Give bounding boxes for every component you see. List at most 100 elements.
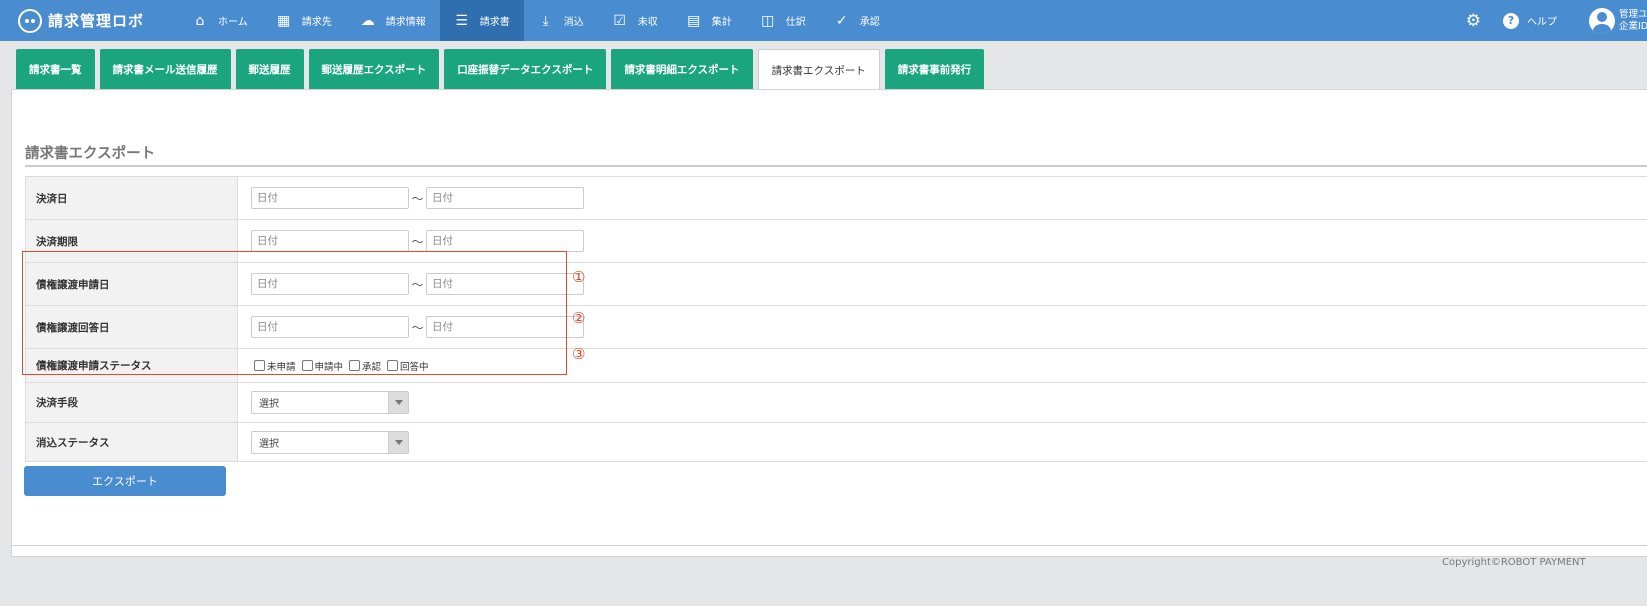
user-info: 管理ユーザ 企業ID：1: [1619, 9, 1647, 33]
nav-item-home[interactable]: ⌂ ホーム: [178, 0, 262, 41]
chevron-down-icon: [388, 392, 408, 413]
row-settlement-deadline: 決済期限 ～: [25, 220, 1647, 263]
transfer-response-date-to-input[interactable]: [426, 316, 584, 338]
tab-postal-history-export[interactable]: 郵送履歴エクスポート: [308, 49, 440, 90]
status-checkbox[interactable]: [301, 360, 313, 371]
marker-1: ①: [572, 268, 586, 286]
main-panel: 請求書エクスポート 決済日 ～ 決済期限 ～ 債権譲渡申請日: [11, 89, 1647, 557]
check-circle-icon: ✓: [835, 12, 848, 29]
nav-item-approval[interactable]: ✓ 承認: [820, 0, 894, 41]
transfer-request-date-to-input[interactable]: [426, 273, 584, 295]
checkbox-icon: ☑: [613, 12, 626, 29]
tab-invoice-pre-issue[interactable]: 請求書事前発行: [884, 49, 985, 90]
question-icon: ?: [1503, 12, 1519, 29]
status-option-label: 未申請: [267, 361, 296, 373]
status-checkbox[interactable]: [387, 360, 399, 371]
page-title: 請求書エクスポート: [25, 146, 156, 162]
status-option-applying[interactable]: 申請中: [301, 359, 344, 373]
nav-item-aggregate[interactable]: ▤ 集計: [672, 0, 746, 41]
gear-icon[interactable]: ⚙: [1466, 11, 1481, 31]
app-logo[interactable]: 請求管理ロボ: [18, 8, 178, 33]
nav-item-label: 消込: [563, 17, 584, 28]
export-filter-form: 決済日 ～ 決済期限 ～ 債権譲渡申請日 ～: [25, 176, 1647, 462]
nav-item-uncollected[interactable]: ☑ 未収: [598, 0, 672, 41]
nav-item-label: 未収: [637, 17, 658, 28]
select-value: 選択: [259, 438, 279, 450]
range-separator: ～: [411, 277, 424, 292]
nav-item-journal[interactable]: ◫ 仕訳: [746, 0, 820, 41]
row-payment-method: 決済手段 選択: [25, 383, 1647, 423]
transfer-request-date-from-input[interactable]: [251, 273, 409, 295]
status-checkbox[interactable]: [254, 360, 265, 371]
range-separator: ～: [411, 320, 424, 335]
row-reconcile-status: 消込ステータス 選択: [25, 423, 1647, 462]
help-link[interactable]: ? ヘルプ: [1503, 12, 1557, 29]
chevron-down-icon: [388, 431, 408, 453]
tab-postal-history[interactable]: 郵送履歴: [235, 49, 304, 90]
tab-invoice-list[interactable]: 請求書一覧: [16, 49, 95, 90]
nav-item-label: 請求先: [301, 17, 332, 28]
row-transfer-status: 債権譲渡申請ステータス 未申請 申請中 承認 回答中: [25, 349, 1647, 383]
settlement-date-from-input[interactable]: [251, 187, 409, 209]
marker-2: ②: [572, 309, 586, 327]
settlement-deadline-from-input[interactable]: [251, 230, 409, 252]
nav-item-billing-destination[interactable]: ▦ 請求先: [262, 0, 346, 41]
user-menu[interactable]: 管理ユーザ 企業ID：1: [1589, 7, 1647, 34]
settlement-deadline-to-input[interactable]: [426, 230, 584, 252]
footer-divider: [11, 545, 1647, 546]
tab-invoice-detail-export[interactable]: 請求書明細エクスポート: [611, 49, 753, 90]
transfer-response-date-field: ～: [238, 306, 1647, 348]
marker-3: ③: [572, 345, 586, 363]
main-nav: ⌂ ホーム ▦ 請求先 ☁ 請求情報 ☰ 請求書 ⤓ 消込 ☑ 未収 ▤ 集計 …: [178, 0, 894, 41]
transfer-response-date-from-input[interactable]: [251, 316, 409, 338]
settlement-date-to-input[interactable]: [426, 187, 584, 209]
payment-method-select[interactable]: 選択: [251, 391, 409, 414]
building-icon: ▦: [277, 12, 291, 29]
status-option-answering[interactable]: 回答中: [387, 359, 429, 373]
user-name: 管理ユーザ: [1619, 8, 1647, 20]
transfer-request-date-label: 債権譲渡申請日: [25, 263, 238, 305]
columns-icon: ◫: [761, 12, 775, 29]
settlement-date-field: ～: [238, 177, 1647, 219]
robot-logo-icon: [18, 8, 42, 33]
settlement-deadline-label: 決済期限: [25, 220, 238, 262]
row-settlement-date: 決済日 ～: [25, 177, 1647, 220]
row-transfer-response-date: 債権譲渡回答日 ～: [25, 306, 1647, 349]
nav-item-label: 請求書: [479, 17, 510, 28]
settlement-date-label: 決済日: [25, 177, 238, 219]
nav-item-label: ホーム: [218, 17, 248, 28]
help-label: ヘルプ: [1527, 17, 1557, 28]
calculator-icon: ▤: [687, 12, 701, 29]
status-option-label: 申請中: [314, 361, 344, 373]
status-checkbox[interactable]: [349, 360, 361, 371]
nav-right: ⚙ ? ヘルプ 管理ユーザ 企業ID：1: [1466, 0, 1647, 41]
logo-text: 請求管理ロボ: [48, 12, 145, 30]
payment-method-field: 選択: [238, 383, 1647, 422]
avatar-icon: [1589, 7, 1615, 34]
tab-account-transfer-export[interactable]: 口座振替データエクスポート: [444, 49, 607, 90]
nav-item-billing-info[interactable]: ☁ 請求情報: [346, 0, 440, 41]
top-nav-bar: 請求管理ロボ ⌂ ホーム ▦ 請求先 ☁ 請求情報 ☰ 請求書 ⤓ 消込 ☑ 未…: [0, 0, 1647, 41]
reconcile-status-field: 選択: [238, 423, 1647, 461]
copyright-text: Copyright©ROBOT PAYMENT: [1442, 557, 1586, 568]
reconcile-status-label: 消込ステータス: [25, 423, 238, 461]
nav-item-reconcile[interactable]: ⤓ 消込: [524, 0, 598, 41]
tab-invoice-export[interactable]: 請求書エクスポート: [757, 49, 880, 91]
invoice-tabs: 請求書一覧 請求書メール送信履歴 郵送履歴 郵送履歴エクスポート 口座振替データ…: [16, 49, 989, 91]
status-option-approved[interactable]: 承認: [349, 359, 381, 373]
nav-item-label: 仕訳: [785, 17, 806, 28]
nav-item-invoice[interactable]: ☰ 請求書: [439, 0, 524, 41]
status-option-unapplied[interactable]: 未申請: [254, 359, 296, 373]
nav-item-label: 承認: [859, 17, 880, 28]
transfer-status-field: 未申請 申請中 承認 回答中: [238, 349, 1647, 382]
reconcile-status-select[interactable]: 選択: [251, 430, 409, 454]
settlement-deadline-field: ～: [238, 220, 1647, 262]
export-button[interactable]: エクスポート: [24, 466, 226, 496]
range-separator: ～: [411, 191, 424, 206]
transfer-response-date-label: 債権譲渡回答日: [25, 306, 238, 348]
tab-mail-history[interactable]: 請求書メール送信履歴: [99, 49, 231, 90]
list-icon: ☰: [455, 12, 468, 29]
inbox-icon: ☁: [360, 12, 375, 29]
nav-item-label: 集計: [711, 17, 732, 28]
home-icon: ⌂: [195, 12, 205, 29]
